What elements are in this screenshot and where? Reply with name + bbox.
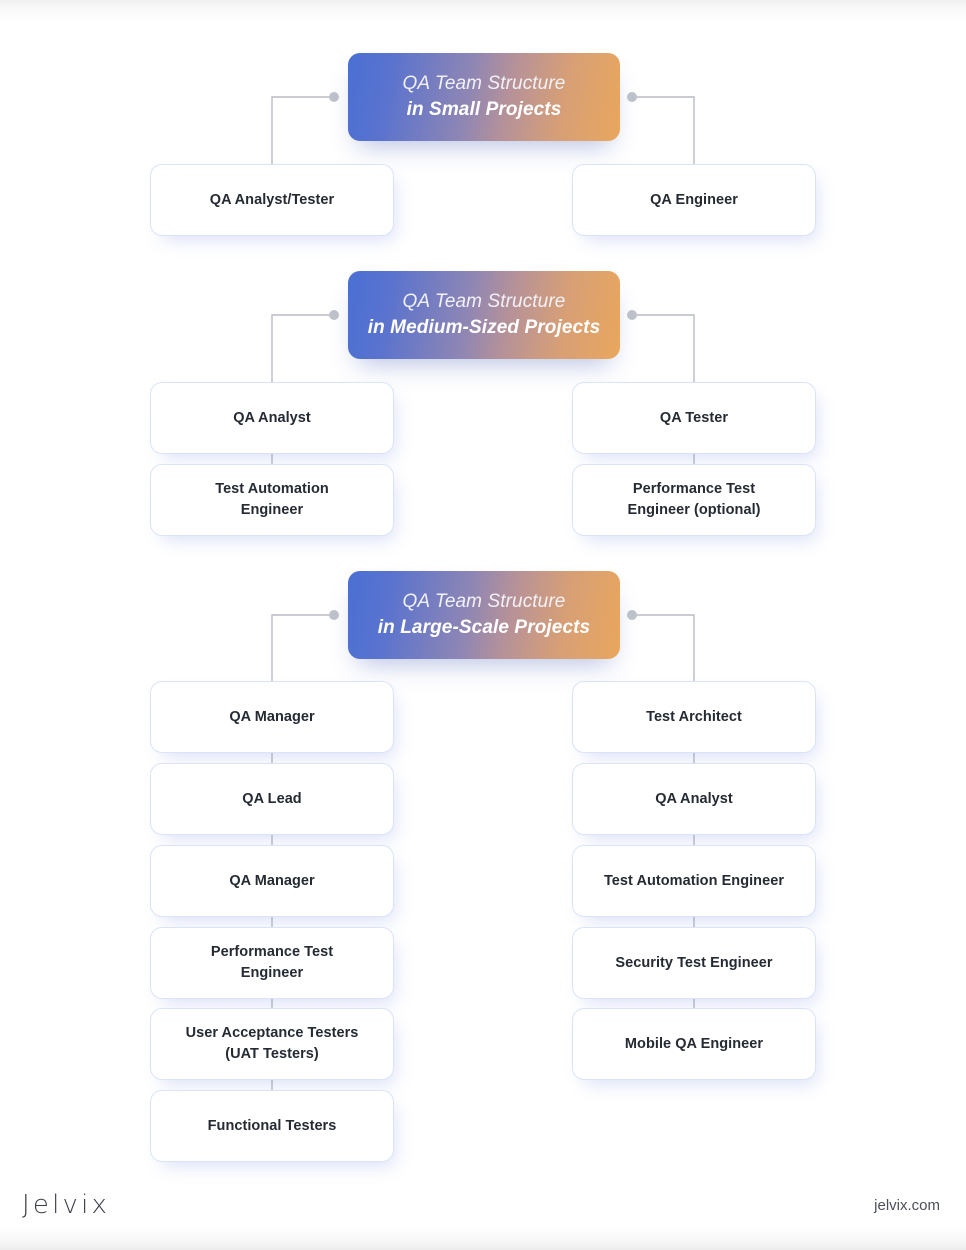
role-card: QA Analyst xyxy=(150,382,394,454)
role-card: QA Manager xyxy=(150,845,394,917)
section-header-large: QA Team Structure in Large-Scale Project… xyxy=(348,571,620,659)
role-card: Test Automation Engineer xyxy=(150,464,394,536)
role-card: Performance Test Engineer xyxy=(150,927,394,999)
role-card-label: QA Lead xyxy=(242,790,302,807)
role-card: QA Engineer xyxy=(572,164,816,236)
role-card-label: QA Analyst/Tester xyxy=(209,191,335,208)
section-header-line1: QA Team Structure xyxy=(402,73,566,94)
role-card-label: Test Automation Engineer xyxy=(603,872,785,889)
role-card-label: Performance Test Engineer xyxy=(210,944,334,981)
section-header-line1: QA Team Structure xyxy=(402,291,566,312)
role-card: Mobile QA Engineer xyxy=(572,1008,816,1080)
role-card: QA Manager xyxy=(150,681,394,753)
role-card-label: Performance Test Engineer (optional) xyxy=(627,481,761,518)
role-card: QA Analyst/Tester xyxy=(150,164,394,236)
section-header-small: QA Team Structure in Small Projects xyxy=(348,53,620,141)
role-card: Functional Testers xyxy=(150,1090,394,1162)
jelvix-logo: Jelvix xyxy=(22,1190,111,1220)
qa-team-structure-diagram: QA Team Structure in Small Projects QA A… xyxy=(0,0,966,1250)
role-card-label: QA Manager xyxy=(229,872,315,889)
role-card: Test Architect xyxy=(572,681,816,753)
jelvix-website-url: jelvix.com xyxy=(874,1197,940,1214)
role-card: User Acceptance Testers (UAT Testers) xyxy=(150,1008,394,1080)
role-card-label: QA Manager xyxy=(229,708,315,725)
role-card: Performance Test Engineer (optional) xyxy=(572,464,816,536)
connector-dot xyxy=(627,610,637,620)
role-card-label: Test Automation Engineer xyxy=(215,481,329,518)
role-card-label: Security Test Engineer xyxy=(615,954,773,971)
section-header-medium: QA Team Structure in Medium-Sized Projec… xyxy=(348,271,620,359)
section-header-line2: in Small Projects xyxy=(406,99,562,120)
connector-dot xyxy=(329,610,339,620)
role-card-label: User Acceptance Testers (UAT Testers) xyxy=(185,1025,359,1062)
role-card: QA Analyst xyxy=(572,763,816,835)
role-card: Security Test Engineer xyxy=(572,927,816,999)
section-header-line2: in Large-Scale Projects xyxy=(377,617,591,638)
section-header-line2: in Medium-Sized Projects xyxy=(367,317,601,338)
connector-dot xyxy=(627,92,637,102)
connector-dot xyxy=(329,310,339,320)
connector-dot xyxy=(329,92,339,102)
role-card-label: QA Analyst xyxy=(233,409,311,426)
role-card-label: Test Architect xyxy=(646,708,742,725)
role-card-label: QA Tester xyxy=(659,409,729,426)
role-card-label: Functional Testers xyxy=(207,1117,337,1134)
role-card: QA Tester xyxy=(572,382,816,454)
role-card: Test Automation Engineer xyxy=(572,845,816,917)
role-card-label: Mobile QA Engineer xyxy=(624,1035,764,1052)
role-card-label: QA Engineer xyxy=(650,191,738,208)
connector-dot xyxy=(627,310,637,320)
role-card: QA Lead xyxy=(150,763,394,835)
role-card-label: QA Analyst xyxy=(655,790,733,807)
section-header-line1: QA Team Structure xyxy=(402,591,566,612)
